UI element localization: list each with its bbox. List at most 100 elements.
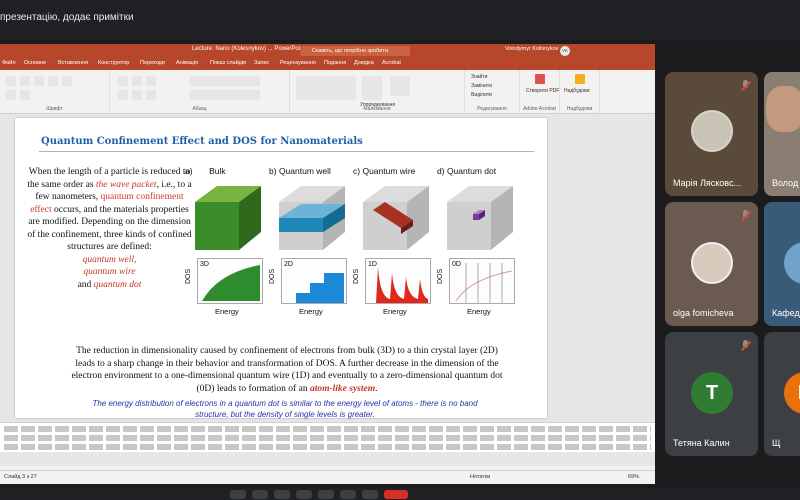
energy-axis-label-0d: Energy (467, 307, 491, 316)
ppt-user-name[interactable]: Volodymyr Kolisnykov (505, 46, 559, 52)
energy-axis-label-2d: Energy (299, 307, 323, 316)
pdf-icon[interactable] (535, 74, 545, 84)
mic-button[interactable] (230, 490, 246, 499)
shadow-icon[interactable] (6, 90, 16, 100)
select-button[interactable]: Виділити (471, 92, 492, 98)
slide-editor: Quantum Confinement Effect and DOS for N… (0, 114, 655, 466)
energy-axis-label-1d: Energy (383, 307, 407, 316)
ribbon-group-addins: Надбудови Надбудови (560, 70, 600, 114)
panel-dot-caption: d) Quantum dot (437, 166, 517, 176)
underline-icon[interactable] (34, 76, 44, 86)
font-color-icon[interactable] (48, 76, 58, 86)
participant-tile[interactable]: Т Тетяна Калин (665, 332, 758, 456)
well-cube-illustration (279, 186, 345, 250)
dos-axis-label-1d: DOS (353, 268, 360, 284)
more-options-button[interactable] (362, 490, 378, 499)
raise-hand-button[interactable] (340, 490, 356, 499)
participant-tile[interactable]: olga fomicheva (665, 202, 758, 326)
menu-slideshow[interactable]: Показ слайдів (210, 60, 246, 66)
quick-styles-button[interactable] (390, 76, 410, 96)
dimensionality-text-body: The reduction in dimensionality caused b… (71, 346, 503, 394)
participant-tile[interactable]: Волод (764, 72, 800, 196)
meeting-controls (0, 488, 800, 500)
speaker-notes-pane[interactable] (0, 422, 655, 452)
slide-counter: Слайд 3 з 27 (4, 474, 37, 480)
bullets-icon[interactable] (118, 76, 128, 86)
avatar (691, 110, 733, 152)
intro-text: When the length of a particle is reduced… (27, 166, 192, 291)
dos-graph-0d: 0D (449, 258, 515, 304)
addins-button[interactable]: Надбудови (564, 88, 590, 94)
ppt-user-avatar[interactable]: VK (560, 46, 570, 56)
menu-home[interactable]: Основне (24, 60, 46, 66)
font-size-icon[interactable] (62, 76, 72, 86)
shapes-gallery[interactable] (296, 76, 356, 100)
ppt-ribbon: Шрифт Абзац Упорядкування Малювання Знай… (0, 70, 655, 114)
energy-axis-label-3d: Energy (215, 307, 239, 316)
panel-dot-letter: d) (437, 166, 445, 176)
menu-acrobat[interactable]: Acrobat (382, 60, 401, 66)
italic-icon[interactable] (20, 76, 30, 86)
ppt-menu-bar: Файл Основне Вставлення Конструктор Пере… (0, 58, 655, 70)
ppt-search-box[interactable]: Скажіть, що потрібно зробити (300, 46, 410, 56)
participant-tile[interactable]: Марія Лясковс... (665, 72, 758, 196)
panel-wire-name: Quantum wire (362, 166, 416, 176)
panel-bulk-name: Bulk (209, 166, 226, 176)
notes-line (4, 426, 651, 432)
dot-cube-illustration (447, 186, 513, 250)
menu-file[interactable]: Файл (2, 60, 16, 66)
menu-design[interactable]: Конструктор (98, 60, 129, 66)
menu-transitions[interactable]: Переходи (140, 60, 165, 66)
addins-icon[interactable] (575, 74, 585, 84)
align-left-icon[interactable] (118, 90, 128, 100)
ribbon-group-editing: Знайти Замінити Виділити Редагування (465, 70, 520, 114)
ribbon-label-acrobat: Adobe Acrobat (523, 106, 556, 112)
menu-help[interactable]: Довідка (354, 60, 374, 66)
participant-tile[interactable]: Н Щ (764, 332, 800, 456)
panel-quantum-wire: c) Quantum wire 1D DOS Energy (353, 166, 433, 316)
menu-view[interactable]: Подання (324, 60, 346, 66)
find-button[interactable]: Знайти (471, 74, 487, 80)
panel-quantum-well: b) Quantum well 2D DOS Energy (269, 166, 349, 316)
create-pdf-button[interactable]: Створити PDF (526, 88, 559, 94)
text-direction-button[interactable] (190, 76, 260, 86)
menu-record[interactable]: Запис (254, 60, 269, 66)
align-center-icon[interactable] (132, 90, 142, 100)
dos-axis-label-3d: DOS (185, 268, 192, 284)
dimensionality-text-end: . (375, 383, 378, 394)
panel-quantum-dot: d) Quantum dot 0D DOS Energy (437, 166, 517, 316)
slide[interactable]: Quantum Confinement Effect and DOS for N… (15, 118, 547, 419)
numbering-icon[interactable] (132, 76, 142, 86)
participant-tile[interactable]: Кафед (764, 202, 800, 326)
intro-text-and: and (77, 279, 92, 290)
bulk-cube-illustration (195, 186, 261, 250)
spacing-icon[interactable] (20, 90, 30, 100)
camera-button[interactable] (252, 490, 268, 499)
zoom-level[interactable]: 69% (628, 474, 639, 480)
panel-wire-letter: c) (353, 166, 361, 176)
notes-line (4, 435, 651, 441)
align-right-icon[interactable] (146, 90, 156, 100)
notes-toggle[interactable]: Нотатки (470, 474, 490, 480)
bold-icon[interactable] (6, 76, 16, 86)
smartart-button[interactable] (190, 90, 260, 100)
indent-icon[interactable] (146, 76, 156, 86)
captions-button[interactable] (274, 490, 290, 499)
arrange-button[interactable] (362, 76, 382, 100)
slide-title: Quantum Confinement Effect and DOS for N… (41, 136, 363, 147)
dos-axis-label-0d: DOS (437, 268, 444, 284)
mic-off-icon (741, 210, 750, 222)
powerpoint-window: Lecture: Nano (Kolesnykov) ... PowerPoin… (0, 44, 655, 484)
dos-axis-label-2d: DOS (269, 268, 276, 284)
participant-name: olga fomicheva (673, 308, 734, 318)
replace-button[interactable]: Замінити (471, 83, 492, 89)
menu-insert[interactable]: Вставлення (58, 60, 88, 66)
reaction-button[interactable] (296, 490, 312, 499)
menu-animation[interactable]: Анімація (176, 60, 198, 66)
doc-title: Lecture: Nano (Kolesnykov) ... PowerPoin… (192, 46, 306, 52)
menu-review[interactable]: Рецензування (280, 60, 316, 66)
participant-name: Волод (772, 178, 799, 188)
ppt-status-bar: Слайд 3 з 27 Нотатки 69% (0, 470, 655, 484)
present-button[interactable] (318, 490, 334, 499)
leave-call-button[interactable] (384, 490, 408, 499)
